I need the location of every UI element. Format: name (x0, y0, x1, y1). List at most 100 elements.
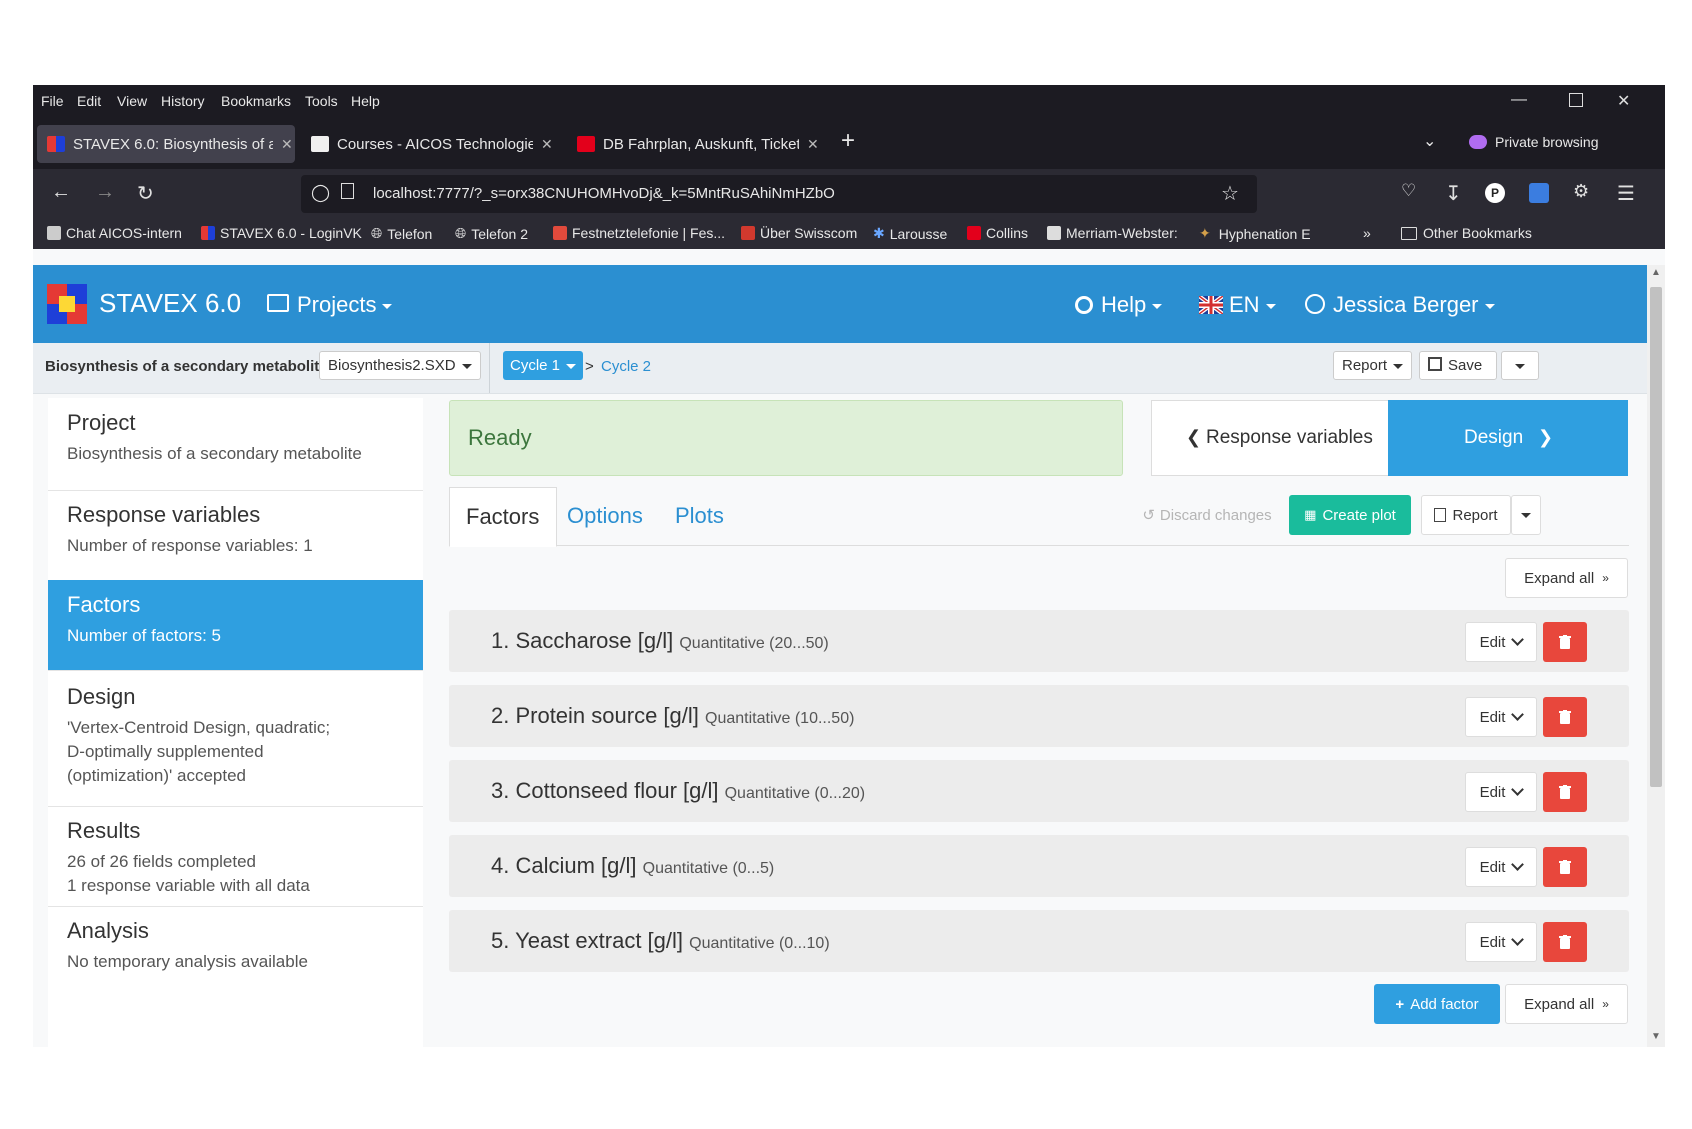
bookmark-item[interactable]: ✦ Hyphenation E (1199, 225, 1311, 242)
edit-factor-button[interactable]: Edit (1465, 847, 1537, 887)
cycle-current-dropdown[interactable]: Cycle 1 (503, 351, 584, 380)
user-menu[interactable]: Jessica Berger (1305, 292, 1495, 318)
download-icon[interactable]: ↧ (1445, 181, 1462, 206)
factor-type: Quantitative (0...5) (642, 860, 775, 877)
edit-factor-button[interactable]: Edit (1465, 697, 1537, 737)
url-bar[interactable]: ◯ localhost:7777/?_s=orx38CNUHOMHvoDj&_k… (301, 175, 1257, 213)
edit-factor-button[interactable]: Edit (1465, 772, 1537, 812)
maximize-icon[interactable] (1569, 93, 1583, 107)
menu-help[interactable]: Help (351, 93, 380, 109)
tab-close-icon[interactable]: ✕ (541, 136, 553, 153)
create-plot-button[interactable]: ▦ Create plot (1289, 495, 1411, 535)
factor-row[interactable]: 1. Saccharose [g/l] Quantitative (20...5… (449, 610, 1629, 672)
bookmark-item[interactable]: STAVEX 6.0 - LoginVK (201, 225, 362, 241)
tab-stavex[interactable]: STAVEX 6.0: Biosynthesis of a se ✕ (37, 125, 295, 163)
new-tab-icon[interactable]: + (841, 127, 855, 155)
pocket-icon[interactable]: ♡ (1401, 181, 1416, 201)
collins-icon (967, 226, 981, 240)
delete-factor-button[interactable] (1543, 922, 1587, 962)
factor-row[interactable]: 2. Protein source [g/l] Quantitative (10… (449, 685, 1629, 747)
scroll-up-icon[interactable]: ▲ (1651, 267, 1661, 278)
app-header: STAVEX 6.0 Projects Help EN Jessica Berg… (33, 265, 1647, 343)
star-icon[interactable]: ☆ (1221, 181, 1239, 206)
factor-type: Quantitative (10...50) (705, 710, 855, 727)
bookmark-item[interactable]: Collins (967, 225, 1028, 241)
menu-tools[interactable]: Tools (305, 93, 338, 109)
delete-factor-button[interactable] (1543, 847, 1587, 887)
tab-db[interactable]: DB Fahrplan, Auskunft, Tickets, i ✕ (567, 125, 825, 163)
save-options-dropdown[interactable] (1501, 351, 1539, 380)
tab-factors[interactable]: Factors (449, 487, 557, 547)
menu-history[interactable]: History (161, 93, 205, 109)
language-menu[interactable]: EN (1197, 292, 1276, 318)
sidebar-item-title: Results (67, 818, 141, 843)
factor-row[interactable]: 5. Yeast extract [g/l] Quantitative (0..… (449, 910, 1629, 972)
other-bookmarks[interactable]: Other Bookmarks (1401, 225, 1532, 241)
bookmark-item[interactable]: Festnetztelefonie | Fes... (553, 225, 725, 241)
scrollbar-thumb[interactable] (1650, 287, 1662, 787)
shield-icon[interactable]: ◯ (311, 183, 330, 203)
prev-step-button[interactable]: ❮ Response variables (1151, 400, 1390, 476)
tab-plots[interactable]: Plots (675, 503, 724, 529)
next-step-button[interactable]: Design ❯ (1388, 400, 1628, 476)
sidebar-item-design[interactable]: Design 'Vertex-Centroid Design, quadrati… (48, 670, 423, 807)
cycle-next-link[interactable]: Cycle 2 (601, 358, 651, 375)
file-dropdown[interactable]: Biosynthesis2.SXD (319, 351, 481, 380)
menu-file[interactable]: File (41, 93, 64, 109)
edit-factor-button[interactable]: Edit (1465, 622, 1537, 662)
sidebar-item-analysis[interactable]: Analysis No temporary analysis available (48, 906, 423, 996)
menu-edit[interactable]: Edit (77, 93, 101, 109)
extensions-icon[interactable]: ⚙ (1573, 181, 1589, 202)
forward-icon[interactable]: → (95, 181, 115, 204)
url-text[interactable]: localhost:7777/?_s=orx38CNUHOMHvoDj&_k=5… (373, 185, 835, 202)
delete-factor-button[interactable] (1543, 772, 1587, 812)
scrollbar[interactable]: ▲ ▼ (1647, 265, 1665, 1047)
back-icon[interactable]: ← (51, 181, 71, 204)
factor-row[interactable]: 4. Calcium [g/l] Quantitative (0...5) Ed… (449, 835, 1629, 897)
stavex-logo-icon[interactable] (47, 284, 87, 324)
projects-menu[interactable]: Projects (267, 292, 393, 318)
sidebar-item-factors[interactable]: Factors Number of factors: 5 (48, 580, 423, 671)
expand-all-button-bottom[interactable]: Expand all» (1505, 984, 1628, 1024)
discard-changes-button[interactable]: ↺ Discard changes (1137, 495, 1277, 535)
bookmarks-bar: Chat AICOS-intern STAVEX 6.0 - LoginVK 🌐… (33, 219, 1665, 249)
menu-view[interactable]: View (117, 93, 147, 109)
extension-p-icon[interactable]: P (1485, 183, 1505, 203)
bookmark-item[interactable]: ✱ Larousse (873, 225, 947, 242)
tab-close-icon[interactable]: ✕ (807, 136, 819, 153)
bookmark-item[interactable]: Über Swisscom (741, 225, 857, 241)
minimize-icon[interactable]: — (1511, 91, 1527, 109)
sidebar-item-results[interactable]: Results 26 of 26 fields completed 1 resp… (48, 806, 423, 907)
report-button[interactable]: Report (1421, 495, 1511, 535)
factor-type: Quantitative (0...10) (689, 935, 830, 952)
chevron-down-icon[interactable]: ⌄ (1423, 131, 1436, 151)
save-button[interactable]: Save (1419, 351, 1497, 380)
bookmark-item[interactable]: 🌐︎ Telefon (371, 225, 432, 242)
reload-icon[interactable]: ↻ (137, 181, 154, 206)
bookmark-item[interactable]: Chat AICOS-intern (47, 225, 182, 241)
close-window-icon[interactable]: ✕ (1617, 91, 1630, 111)
factor-row[interactable]: 3. Cottonseed flour [g/l] Quantitative (… (449, 760, 1629, 822)
hamburger-menu-icon[interactable]: ☰ (1617, 181, 1635, 206)
extension-q-icon[interactable] (1529, 183, 1549, 203)
more-bookmarks-icon[interactable]: » (1363, 225, 1371, 241)
expand-all-button-top[interactable]: Expand all» (1505, 558, 1628, 598)
report-dropdown[interactable]: Report (1333, 351, 1413, 380)
bookmark-item[interactable]: Merriam-Webster: (1047, 225, 1178, 241)
delete-factor-button[interactable] (1543, 697, 1587, 737)
tab-courses[interactable]: Courses - AICOS Technologies A ✕ (301, 125, 559, 163)
report-options-dropdown[interactable] (1511, 495, 1541, 535)
sidebar-item-project[interactable]: Project Biosynthesis of a secondary meta… (48, 398, 423, 491)
menu-bookmarks[interactable]: Bookmarks (221, 93, 291, 109)
edit-factor-button[interactable]: Edit (1465, 922, 1537, 962)
sidebar-item-response-variables[interactable]: Response variables Number of response va… (48, 490, 423, 581)
app-title[interactable]: STAVEX 6.0 (99, 288, 241, 319)
scroll-down-icon[interactable]: ▼ (1651, 1031, 1661, 1042)
bookmark-item[interactable]: 🌐︎ Telefon 2 (455, 225, 528, 242)
add-factor-button[interactable]: + Add factor (1374, 984, 1500, 1024)
tab-close-icon[interactable]: ✕ (281, 136, 293, 153)
tab-options[interactable]: Options (567, 503, 643, 529)
sidebar-item-title: Project (67, 410, 136, 435)
delete-factor-button[interactable] (1543, 622, 1587, 662)
help-menu[interactable]: Help (1075, 292, 1163, 318)
